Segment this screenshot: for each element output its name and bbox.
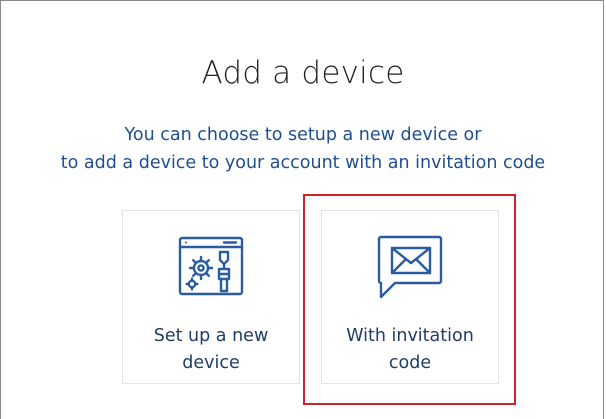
setup-new-device-label: Set up a new device xyxy=(123,323,299,377)
page-title: Add a device xyxy=(201,55,405,91)
add-device-dialog: Add a device You can choose to setup a n… xyxy=(0,0,604,419)
invite-label-line-1: With invitation xyxy=(346,326,474,346)
invitation-code-label: With invitation code xyxy=(322,323,498,377)
setup-label-line-2: device xyxy=(182,353,240,373)
setup-new-device-card[interactable]: Set up a new device xyxy=(122,210,300,384)
gear-window-icon xyxy=(123,231,299,301)
invitation-code-card[interactable]: With invitation code xyxy=(321,210,499,384)
subtitle-line-1: You can choose to setup a new device or xyxy=(124,125,482,145)
invite-label-line-2: code xyxy=(388,353,432,373)
setup-label-line-1: Set up a new xyxy=(153,326,269,346)
envelope-message-icon xyxy=(322,231,498,301)
page-subtitle: You can choose to setup a new device or … xyxy=(1,121,605,177)
subtitle-line-2: to add a device to your account with an … xyxy=(60,153,546,173)
